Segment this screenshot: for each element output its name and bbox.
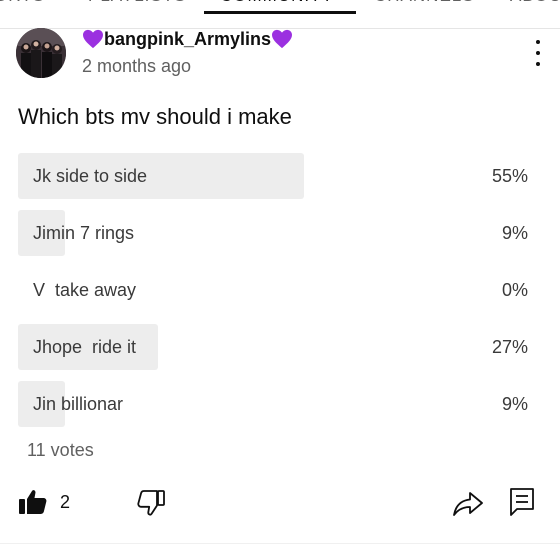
poll-option-percent: 9%	[501, 223, 528, 243]
thumbs-up-filled-icon[interactable]	[18, 488, 48, 516]
tab-playlists[interactable]: PLAYLISTS	[88, 0, 186, 28]
poll-option-label: Jk side to side	[33, 166, 148, 186]
tab-community[interactable]: COMMUNITY	[220, 0, 334, 28]
avatar[interactable]	[16, 28, 66, 78]
poll-option-label: Jimin 7 rings	[33, 223, 135, 243]
post-text: Which bts mv should i make	[18, 104, 292, 129]
author-row[interactable]: bangpink_Armylins	[82, 26, 293, 52]
avatar-image	[16, 28, 66, 78]
active-tab-indicator	[204, 11, 356, 14]
poll-option[interactable]: Jimin 7 rings 9%	[18, 210, 538, 256]
tab-shorts[interactable]: ORTS	[0, 0, 45, 28]
purple-heart-icon	[83, 29, 103, 49]
post-timestamp: 2 months ago	[82, 56, 192, 76]
like-count: 2	[60, 492, 71, 512]
tab-channels[interactable]: CHANNELS	[374, 0, 475, 28]
poll-option[interactable]: Jk side to side 55%	[18, 153, 538, 199]
poll: Jk side to side 55% Jimin 7 rings 9% V t…	[18, 153, 538, 438]
thumbs-down-outline-icon[interactable]	[136, 489, 166, 517]
more-options-icon[interactable]	[528, 40, 548, 66]
channel-tab-bar: ORTS PLAYLISTS COMMUNITY CHANNELS ABOUT	[0, 0, 560, 29]
poll-option-label: Jhope ride it	[33, 337, 137, 357]
divider	[0, 543, 560, 544]
purple-heart-icon	[272, 29, 293, 49]
vote-count: 11 votes	[27, 440, 94, 460]
poll-option-label: Jin billionar	[33, 394, 124, 414]
comment-icon[interactable]	[509, 487, 535, 517]
poll-option-percent: 9%	[501, 394, 528, 414]
poll-option-percent: 0%	[501, 280, 528, 300]
poll-option[interactable]: Jhope ride it 27%	[18, 324, 538, 370]
poll-option-label: V take away	[33, 280, 137, 300]
share-arrow-icon[interactable]	[452, 490, 484, 518]
poll-option-percent: 27%	[491, 337, 528, 357]
tab-about[interactable]: ABOUT	[510, 0, 560, 28]
poll-option[interactable]: Jin billionar 9%	[18, 381, 538, 427]
author-name[interactable]: bangpink_Armylins	[104, 29, 271, 50]
poll-option-percent: 55%	[491, 166, 528, 186]
poll-option[interactable]: V take away 0%	[18, 267, 538, 313]
